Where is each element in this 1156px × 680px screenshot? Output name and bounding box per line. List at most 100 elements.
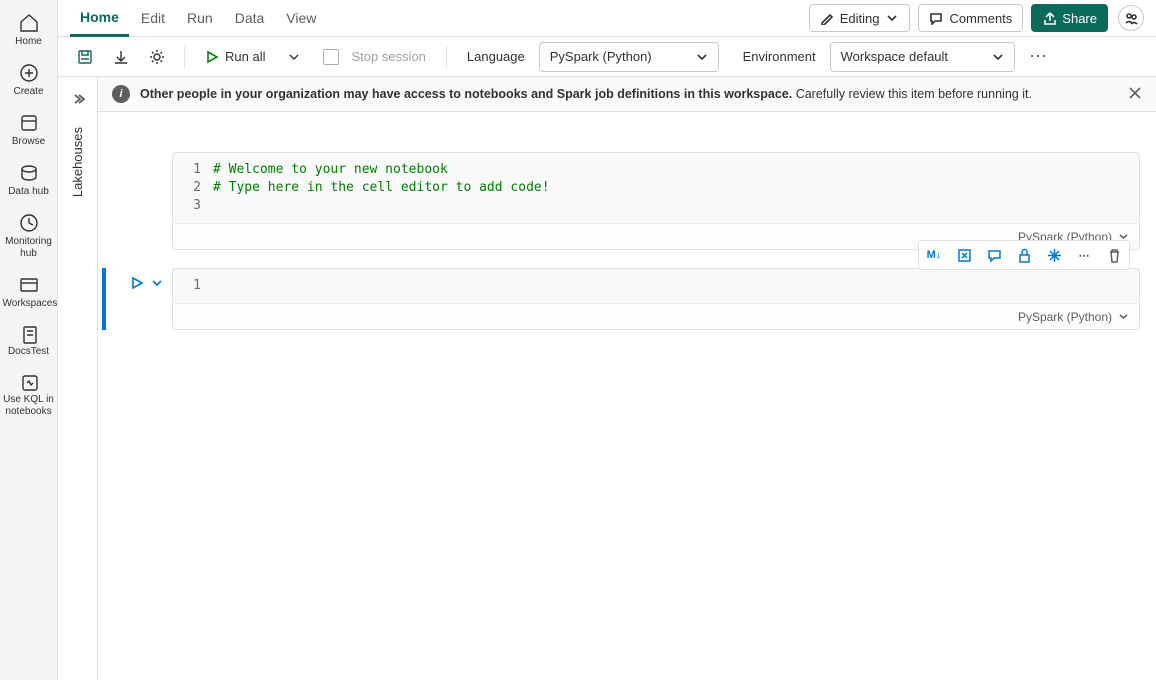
settings-button[interactable] — [142, 42, 172, 72]
line-number: 1 — [173, 277, 201, 295]
lock-cell-button[interactable] — [1011, 243, 1037, 267]
editing-mode-button[interactable]: Editing — [809, 4, 911, 32]
nav-home[interactable]: Home — [0, 6, 57, 56]
save-button[interactable] — [70, 42, 100, 72]
tab-data[interactable]: Data — [225, 0, 275, 37]
tab-run[interactable]: Run — [177, 0, 223, 37]
language-select[interactable]: PySpark (Python) — [539, 42, 719, 72]
download-icon — [112, 48, 130, 66]
play-icon — [205, 50, 219, 64]
nav-data-hub-label: Data hub — [8, 186, 49, 198]
nav-browse-label: Browse — [12, 136, 45, 148]
run-all-label: Run all — [225, 49, 265, 64]
code-line[interactable]: # Type here in the cell editor to add co… — [213, 179, 1139, 197]
nav-kql-label: Use KQL in notebooks — [3, 394, 55, 418]
markdown-toggle-button[interactable]: M↓ — [921, 243, 947, 267]
main-area: Home Edit Run Data View Editing Comments… — [58, 0, 1156, 680]
nav-docstest[interactable]: DocsTest — [0, 318, 57, 366]
plus-circle-icon — [18, 62, 40, 84]
code-line[interactable] — [213, 197, 1139, 215]
snowflake-icon — [1047, 248, 1062, 263]
content-area: Lakehouses i Other people in your organi… — [58, 77, 1156, 680]
run-all-button[interactable]: Run all — [197, 42, 273, 72]
banner-bold: Other people in your organization may ha… — [140, 87, 792, 101]
home-icon — [18, 12, 40, 34]
stop-session-button[interactable]: Stop session — [315, 42, 433, 72]
share-icon — [1042, 11, 1056, 25]
cell-language-selector[interactable]: PySpark (Python) — [173, 303, 1139, 329]
nav-create[interactable]: Create — [0, 56, 57, 106]
toolbar: Run all Stop session Language PySpark (P… — [58, 37, 1156, 77]
chevron-down-icon[interactable] — [150, 276, 164, 290]
freeze-cell-button[interactable] — [1041, 243, 1067, 267]
cell-gutter — [98, 268, 172, 330]
info-banner: i Other people in your organization may … — [98, 77, 1156, 112]
tab-edit[interactable]: Edit — [131, 0, 175, 37]
chevron-down-icon — [1118, 311, 1129, 322]
nav-data-hub[interactable]: Data hub — [0, 156, 57, 206]
gear-icon — [148, 48, 166, 66]
data-hub-icon — [18, 162, 40, 184]
comment-icon — [929, 11, 943, 25]
side-panel: Lakehouses — [58, 77, 98, 680]
run-cell-icon[interactable] — [130, 276, 144, 290]
cells-container: 123# Welcome to your new notebook# Type … — [98, 112, 1156, 364]
banner-close-button[interactable] — [1128, 86, 1142, 103]
delete-cell-button[interactable] — [1101, 243, 1127, 267]
nav-workspaces[interactable]: Workspaces — [0, 268, 57, 318]
language-label: Language — [467, 49, 525, 64]
nav-monitoring-hub[interactable]: Monitoring hub — [0, 206, 57, 268]
separator — [184, 46, 185, 68]
cell-body[interactable]: 1 PySpark (Python) — [172, 268, 1140, 330]
more-cell-button[interactable]: ⋯ — [1071, 243, 1097, 267]
line-number: 2 — [173, 179, 201, 197]
environment-select[interactable]: Workspace default — [830, 42, 1015, 72]
tab-home[interactable]: Home — [70, 0, 129, 37]
presence-avatar[interactable] — [1118, 5, 1144, 31]
nav-kql[interactable]: Use KQL in notebooks — [0, 366, 57, 426]
comments-label: Comments — [949, 11, 1012, 26]
nav-monitoring-label: Monitoring hub — [3, 236, 55, 260]
side-panel-label[interactable]: Lakehouses — [70, 127, 85, 197]
language-value: PySpark (Python) — [550, 49, 652, 64]
tab-view[interactable]: View — [276, 0, 326, 37]
comment-cell-button[interactable] — [981, 243, 1007, 267]
environment-label: Environment — [743, 49, 816, 64]
browse-icon — [18, 112, 40, 134]
environment-value: Workspace default — [841, 49, 948, 64]
chevron-right-icon — [71, 92, 85, 106]
info-icon: i — [112, 85, 130, 103]
more-options-button[interactable]: ⋯ — [1021, 46, 1056, 67]
chevron-down-icon — [992, 51, 1004, 63]
kql-icon — [19, 372, 39, 392]
code-line[interactable]: # Welcome to your new notebook — [213, 161, 1139, 179]
separator — [446, 46, 447, 68]
pencil-icon — [820, 11, 834, 25]
run-all-dropdown[interactable] — [279, 42, 309, 72]
stop-session-checkbox[interactable] — [323, 49, 339, 65]
share-label: Share — [1062, 11, 1097, 26]
side-panel-toggle[interactable] — [66, 87, 90, 111]
people-icon — [1124, 11, 1138, 25]
nav-workspaces-label: Workspaces — [3, 298, 55, 310]
nav-home-label: Home — [15, 36, 42, 48]
trash-icon — [1107, 248, 1122, 263]
cell-lang-label: PySpark (Python) — [1018, 310, 1112, 324]
save-icon — [76, 48, 94, 66]
close-icon — [1128, 86, 1142, 100]
notebook-editor: i Other people in your organization may … — [98, 77, 1156, 680]
line-number: 1 — [173, 161, 201, 179]
comments-button[interactable]: Comments — [918, 4, 1023, 32]
code-cell: 123 # Welcome to your new notebook# Type … — [98, 152, 1140, 250]
nav-create-label: Create — [13, 86, 43, 98]
code-line[interactable] — [213, 277, 1139, 295]
nav-browse[interactable]: Browse — [0, 106, 57, 156]
download-button[interactable] — [106, 42, 136, 72]
docstest-icon — [19, 324, 39, 344]
lock-icon — [1017, 248, 1032, 263]
line-number: 3 — [173, 197, 201, 215]
share-button[interactable]: Share — [1031, 4, 1108, 32]
chevron-down-icon — [696, 51, 708, 63]
cell-body[interactable]: 123 # Welcome to your new notebook# Type … — [172, 152, 1140, 250]
clear-output-button[interactable] — [951, 243, 977, 267]
